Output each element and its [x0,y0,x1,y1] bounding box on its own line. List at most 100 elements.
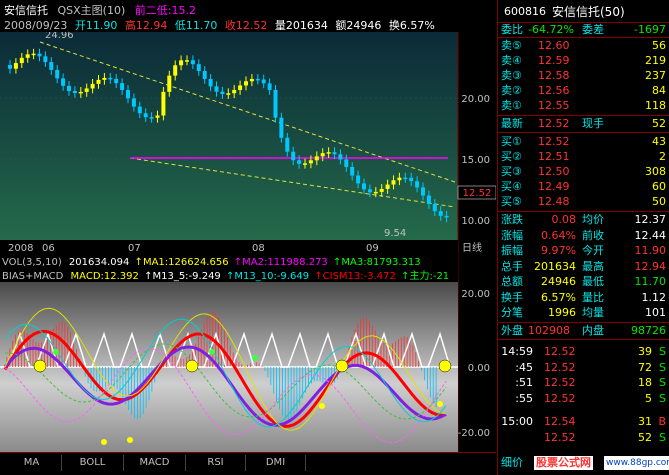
buy-level-label: 买② [501,150,522,163]
tick-time: :45 [515,360,533,374]
signal-dot-icon [252,355,258,361]
chart-canvas[interactable]: 24.96 9.54 20.00 15.00 10.00 12.52 2008 06 0… [0,32,496,452]
tab-ma[interactable]: MA [2,455,62,471]
candle [31,53,36,56]
candle [19,57,24,64]
quote-row[interactable]: 总手 201634 最高 12.94 [498,260,669,274]
sell-level-price: 12.60 [538,39,570,52]
tab-boll[interactable]: BOLL [62,455,124,471]
sell-level-label: 卖③ [501,69,522,82]
stat-value: 0.08 [551,213,577,226]
quote-panel: 600816 安信信托(50) 委比 -64.72% 委差 -1697 卖⑤ 12… [497,0,669,475]
time-tick: 07 [128,243,141,254]
diff-label: 委差 [582,23,604,36]
candle [314,156,319,161]
candle [285,137,290,152]
stat-label: 量比 [582,290,604,304]
time-tick: 09 [366,243,379,254]
stock-name: 安信信托(50) [552,5,625,19]
candle [25,54,30,58]
quote-row[interactable]: 卖⑤ 12.60 56 [498,39,669,53]
tick-side: B [658,415,666,428]
stat-value: 9.97% [541,244,576,257]
quote-row[interactable]: 买⑤ 12.48 50 [498,195,669,209]
quote-row[interactable]: 换手 6.57% 量比 1.12 [498,291,669,305]
candle [338,154,343,160]
quote-row[interactable]: 买③ 12.50 308 [498,165,669,179]
stat-label: 总额 [501,275,523,288]
tick-price: 12.52 [544,360,576,374]
watermark-text: 股票公式网 [534,456,593,470]
quote-row[interactable]: 涨幅 0.64% 前收 12.44 [498,229,669,243]
quote-row[interactable]: 涨跌 0.08 均价 12.37 [498,213,669,227]
quote-row[interactable]: 买④ 12.49 60 [498,180,669,194]
candle [143,113,148,118]
tick-time: 14:59 [501,345,533,358]
tick-price: 12.52 [544,376,576,389]
price-tick: 10.00 [461,216,490,227]
sell-level-volume: 237 [645,69,666,82]
quote-row[interactable]: :45 12.52 72 S [498,361,669,375]
tick-volume: 52 [638,430,652,444]
quote-row[interactable]: 买② 12.51 2 [498,150,669,164]
indicator-title[interactable]: QSX主图(10) [58,4,126,17]
tick-price: 12.54 [544,415,576,428]
quote-row[interactable]: 卖② 12.56 84 [498,84,669,98]
quote-row[interactable]: 卖① 12.55 118 [498,99,669,113]
candle [126,90,130,99]
quote-row[interactable]: 12.52 52 S [498,431,669,445]
bar-open: 开11.90 [74,19,118,32]
quote-row[interactable]: :55 12.52 5 S [498,392,669,406]
sell-level-volume: 219 [645,54,666,67]
sell-level-price: 12.55 [538,99,570,112]
candle [96,79,101,84]
candle [49,62,54,70]
signal-dot-icon [127,437,133,443]
quote-row[interactable]: 分笔 1996 均量 101 [498,306,669,320]
inner-label: 内盘 [582,324,604,337]
quote-row[interactable]: 买① 12.52 43 [498,135,669,149]
stock-title[interactable]: 安信信托 [4,4,48,17]
quote-row[interactable]: 振幅 9.97% 今开 11.90 [498,244,669,258]
stat-value: 1.12 [641,290,667,304]
quote-row[interactable]: 15:00 12.54 31 B [498,415,669,429]
tick-side: S [659,345,666,358]
candle [356,175,361,184]
inner-value: 98726 [631,324,666,337]
sell-level-price: 12.58 [538,69,570,82]
candle [367,189,372,193]
candle [432,204,437,212]
candle [72,91,77,94]
detail-label[interactable]: 细价 [501,456,523,470]
quote-row[interactable]: :51 12.52 18 S [498,376,669,390]
stat-label: 今开 [582,244,604,257]
candle [149,117,154,119]
tab-macd[interactable]: MACD [124,455,186,471]
tick-side: S [659,376,666,389]
quote-row[interactable]: 卖④ 12.59 219 [498,54,669,68]
buy-level-volume: 308 [645,165,666,178]
chart-area[interactable]: 24.96 9.54 20.00 15.00 10.00 12.52 2008 06 0… [0,32,496,473]
candle [8,65,12,69]
bar-turnover: 换6.57% [388,19,435,32]
macd-tick: 0.00 [468,363,490,374]
tick-price: 12.52 [544,430,576,444]
stock-code: 600816 [504,5,546,18]
bar-amount: 额24946 [335,19,382,32]
candle [438,211,443,216]
low-marker: 9.54 [384,228,406,239]
candle [131,98,136,107]
tick-side: S [659,391,666,405]
bar-close: 收12.52 [224,19,268,32]
candle [385,184,390,189]
high-marker: 24.96 [45,32,74,41]
quote-row[interactable]: 卖③ 12.58 237 [498,69,669,83]
sell-level-volume: 118 [645,99,666,112]
tab-rsi[interactable]: RSI [186,455,246,471]
candle [179,60,184,66]
quote-row[interactable]: 14:59 12.52 39 S [498,345,669,359]
tab-dmi[interactable]: DMI [246,455,306,471]
candle [391,180,396,185]
buy-level-price: 12.51 [538,150,570,163]
quote-row[interactable]: 总额 24946 最低 11.70 [498,275,669,289]
